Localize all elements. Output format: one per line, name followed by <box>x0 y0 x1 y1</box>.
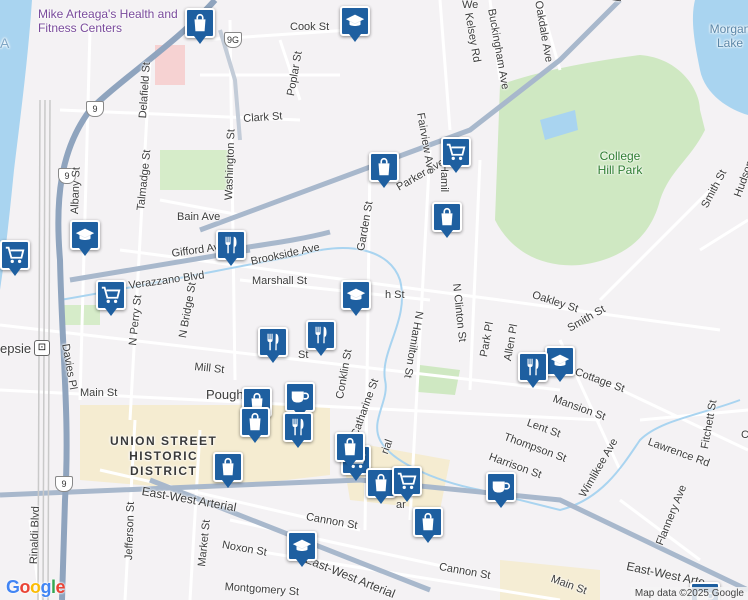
shopping-cart-icon <box>100 284 122 306</box>
shopping-cart-marker-2[interactable] <box>0 240 30 278</box>
map-canvas[interactable]: 9G 9 9 9 ⊡ Mike Arteaga's Health and Fit… <box>0 0 748 600</box>
school-marker-1[interactable] <box>340 6 370 44</box>
shopping-cart-icon <box>4 244 26 266</box>
street-label: A <box>0 35 10 51</box>
route-9g-shield: 9G <box>224 32 242 48</box>
small-park <box>418 365 460 395</box>
school-marker-2[interactable] <box>70 220 100 258</box>
cafe-icon <box>490 476 512 498</box>
school-marker-5[interactable] <box>287 531 317 569</box>
restaurant-marker-4[interactable] <box>518 352 548 390</box>
shopping-bag-icon <box>244 411 266 433</box>
street-label: h St <box>385 289 405 301</box>
shopping-bag-marker-2[interactable] <box>369 152 399 190</box>
restaurant-icon <box>262 331 284 353</box>
train-station-icon[interactable]: ⊡ <box>34 340 50 356</box>
shopping-bag-marker-9[interactable] <box>335 432 365 470</box>
poughkeepsie-label-2: epsie <box>0 341 32 356</box>
shopping-bag-marker-3[interactable] <box>432 202 462 240</box>
street-label: Bain Ave <box>177 211 221 223</box>
school-marker-3[interactable] <box>341 280 371 318</box>
restaurant-icon <box>220 234 242 256</box>
route-9-shield: 9 <box>55 476 73 492</box>
street-label: We <box>462 0 479 11</box>
shopping-cart-icon <box>396 470 418 492</box>
park-area-1 <box>160 150 230 190</box>
school-icon <box>291 535 313 557</box>
shopping-cart-marker-1[interactable] <box>441 137 471 175</box>
street-label: Co <box>741 429 748 441</box>
school-icon <box>549 350 571 372</box>
shopping-bag-marker-5[interactable] <box>240 407 270 445</box>
restaurant-marker-5[interactable] <box>283 412 313 450</box>
shopping-bag-marker-8[interactable] <box>413 507 443 545</box>
park-area-2 <box>60 305 100 325</box>
morgan-lake <box>692 0 748 115</box>
restaurant-marker-1[interactable] <box>216 230 246 268</box>
shopping-bag-marker-1[interactable] <box>185 8 215 46</box>
shopping-bag-icon <box>436 206 458 228</box>
school-icon <box>74 224 96 246</box>
restaurant-marker-2[interactable] <box>258 327 288 365</box>
restaurant-marker-3[interactable] <box>306 320 336 358</box>
street-label: Cook St <box>290 21 330 33</box>
morgan-lake-label[interactable]: Morgan Lake <box>705 22 748 51</box>
shopping-bag-icon <box>370 472 392 494</box>
school-icon <box>344 10 366 32</box>
shopping-bag-icon <box>417 511 439 533</box>
union-street-district-label: UNION STREET HISTORIC DISTRICT <box>110 434 218 478</box>
street-label: Rinaldi Blvd <box>28 505 43 565</box>
street-label: Albany St <box>69 166 83 215</box>
school-marker-4[interactable] <box>545 346 575 384</box>
shopping-bag-icon <box>373 156 395 178</box>
restaurant-icon <box>522 356 544 378</box>
google-logo: Google <box>6 577 66 597</box>
school-icon <box>345 284 367 306</box>
street-label: Main St <box>80 387 118 399</box>
shopping-bag-marker-6[interactable] <box>213 452 243 490</box>
health-center-label[interactable]: Mike Arteaga's Health and Fitness Center… <box>38 7 178 36</box>
restaurant-icon <box>287 416 309 438</box>
cafe-marker-2[interactable] <box>486 472 516 510</box>
street-label: Marshall St <box>252 275 308 287</box>
shopping-bag-icon <box>189 12 211 34</box>
shopping-cart-marker-5[interactable] <box>392 466 422 504</box>
route-9-shield: 9 <box>86 101 104 117</box>
shopping-cart-marker-3[interactable] <box>96 280 126 318</box>
shopping-bag-icon <box>217 456 239 478</box>
college-hill-park-label[interactable]: College Hill Park <box>590 149 650 178</box>
map-attribution[interactable]: Map data ©2025 Google <box>630 587 748 600</box>
shopping-bag-icon <box>339 436 361 458</box>
cafe-icon <box>289 386 311 408</box>
street-label: Jefferson St <box>123 501 138 561</box>
shopping-cart-icon <box>445 141 467 163</box>
poughkeepsie-label: Pough <box>206 387 244 402</box>
restaurant-icon <box>310 324 332 346</box>
